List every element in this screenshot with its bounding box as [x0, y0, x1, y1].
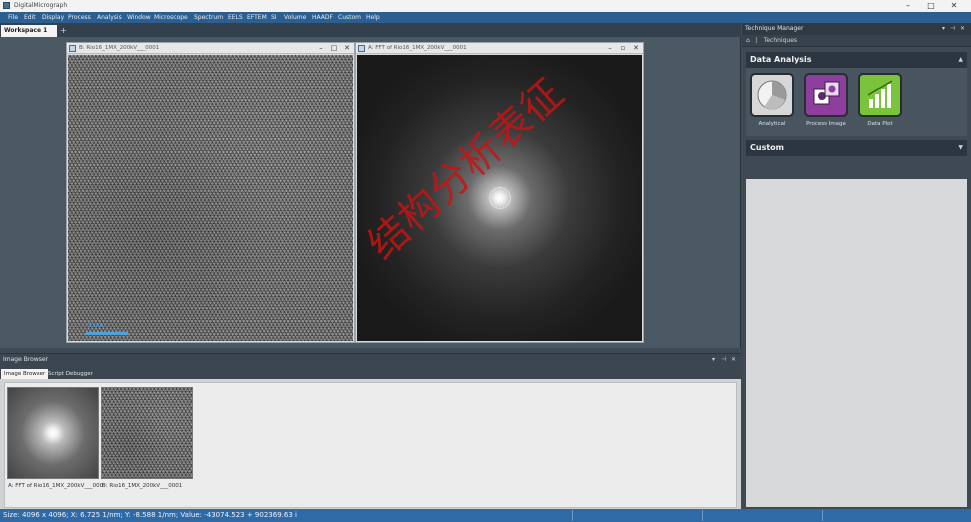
process-image-icon — [804, 73, 848, 117]
technique-manager-header: Technique Manager ▾ ⊣ ✕ — [742, 23, 971, 35]
menu-bar: File Edit Display Process Analysis Windo… — [0, 12, 971, 23]
menu-volume[interactable]: Volume — [284, 12, 306, 23]
panel-pin-icon[interactable]: ⊣ — [950, 23, 955, 35]
panel-menu-icon[interactable]: ▾ — [942, 23, 945, 35]
status-divider — [702, 510, 703, 521]
menu-edit[interactable]: Edit — [24, 12, 36, 23]
menu-analysis[interactable]: Analysis — [97, 12, 122, 23]
status-bar: Size: 4096 x 4096; X: 6.725 1/nm; Y: -8.… — [0, 509, 971, 522]
close-button[interactable]: ✕ — [945, 0, 963, 12]
tile-analytical[interactable]: Analytical — [749, 73, 795, 131]
tab-image-browser[interactable]: Image Browser — [1, 369, 49, 379]
image-browser-header: Image Browser ▾ ⊣ ✕ — [0, 354, 741, 366]
app-title: DigitalMicrograph — [14, 2, 68, 9]
image-window-title: B: Rio16_1MX_200kV___0001 — [79, 45, 160, 51]
app-icon — [3, 2, 10, 9]
menu-process[interactable]: Process — [68, 12, 91, 23]
status-divider — [572, 510, 573, 521]
status-divider — [822, 510, 823, 521]
menu-display[interactable]: Display — [42, 12, 64, 23]
technique-manager-empty-area — [746, 179, 967, 507]
section-data-analysis-header[interactable]: Data Analysis ▲ — [746, 52, 967, 68]
window-maximize-button[interactable]: □ — [328, 43, 340, 54]
window-close-button[interactable]: ✕ — [341, 43, 353, 54]
panel-close-icon[interactable]: ✕ — [960, 23, 965, 35]
tem-lattice-image[interactable]: 5 nm — [68, 55, 353, 341]
tile-process-image[interactable]: Process Image — [803, 73, 849, 131]
breadcrumb: ⌂ | Techniques — [742, 35, 971, 47]
image-browser-panel: Image Browser ▾ ⊣ ✕ Image Browser Script… — [0, 353, 741, 509]
menu-microscope[interactable]: Microscope — [154, 12, 188, 23]
menu-file[interactable]: File — [8, 12, 18, 23]
menu-eels[interactable]: EELS — [228, 12, 243, 23]
maximize-button[interactable]: □ — [922, 0, 940, 12]
menu-help[interactable]: Help — [366, 12, 380, 23]
minimize-button[interactable]: – — [899, 0, 917, 12]
bar-chart-icon-svg — [867, 80, 893, 108]
add-workspace-button[interactable]: + — [60, 26, 67, 36]
menu-si[interactable]: SI — [271, 12, 277, 23]
thumbnail-tem[interactable] — [101, 387, 193, 479]
window-minimize-button[interactable]: – — [604, 43, 616, 54]
tile-label: Analytical — [758, 121, 786, 127]
app-window: DigitalMicrograph – □ ✕ File Edit Displa… — [0, 0, 971, 522]
bar-chart-icon — [858, 73, 902, 117]
image-doc-icon — [358, 45, 365, 52]
image-window-tem[interactable]: B: Rio16_1MX_200kV___0001 – □ ✕ 5 nm — [66, 42, 355, 343]
technique-manager-title: Technique Manager — [745, 25, 804, 32]
menu-spectrum[interactable]: Spectrum — [194, 12, 223, 23]
tile-label: Process Image — [806, 121, 846, 127]
pie-chart-icon — [750, 73, 794, 117]
panel-pin-icon[interactable]: ⊣ — [721, 354, 726, 366]
image-window-header[interactable]: A: FFT of Rio16_1MX_200kV___0001 – ▫ ✕ — [356, 43, 643, 54]
image-window-fft[interactable]: A: FFT of Rio16_1MX_200kV___0001 – ▫ ✕ — [355, 42, 644, 343]
tab-script-debugger[interactable]: Script Debugger — [45, 369, 96, 379]
tab-workspace-1[interactable]: Workspace 1 — [1, 25, 57, 37]
panel-close-icon[interactable]: ✕ — [731, 354, 736, 366]
breadcrumb-techniques[interactable]: Techniques — [764, 37, 797, 44]
menu-custom[interactable]: Custom — [338, 12, 361, 23]
menu-haadf[interactable]: HAADF — [312, 12, 333, 23]
workspace-tab-row: Workspace 1 + — [0, 23, 741, 37]
title-bar: DigitalMicrograph – □ ✕ — [0, 0, 971, 12]
menu-window[interactable]: Window — [127, 12, 151, 23]
thumbnail-label: A: FFT of Rio16_1MX_200kV___0001 — [8, 483, 104, 489]
image-browser-tabs: Image Browser Script Debugger — [0, 366, 741, 379]
tile-label: Data Plot — [867, 121, 893, 127]
technique-manager-panel: Technique Manager ▾ ⊣ ✕ ⌂ | Techniques D… — [742, 23, 971, 509]
expand-icon[interactable]: ▼ — [958, 140, 963, 156]
image-browser-title: Image Browser — [3, 356, 49, 363]
collapse-icon[interactable]: ▲ — [958, 52, 963, 68]
window-close-button[interactable]: ✕ — [630, 43, 642, 54]
fft-diffraction-spots — [489, 187, 511, 209]
image-doc-icon — [69, 45, 76, 52]
panel-menu-icon[interactable]: ▾ — [712, 354, 715, 366]
process-image-icon-svg — [813, 81, 840, 105]
image-window-title: A: FFT of Rio16_1MX_200kV___0001 — [368, 45, 467, 51]
menu-eftem[interactable]: EFTEM — [247, 12, 267, 23]
section-data-analysis-body: Analytical Process Image Data Plot — [746, 68, 967, 136]
home-icon[interactable]: ⌂ — [746, 37, 750, 44]
workspace-area: B: Rio16_1MX_200kV___0001 – □ ✕ 5 nm A: … — [0, 37, 741, 348]
window-minimize-button[interactable]: – — [315, 43, 327, 54]
status-text: Size: 4096 x 4096; X: 6.725 1/nm; Y: -8.… — [3, 511, 297, 519]
scale-bar-label: 5 nm — [88, 322, 104, 329]
window-maximize-button[interactable]: ▫ — [617, 43, 629, 54]
thumbnail-area: A: FFT of Rio16_1MX_200kV___0001 B: Rio1… — [4, 382, 737, 508]
image-window-header[interactable]: B: Rio16_1MX_200kV___0001 – □ ✕ — [67, 43, 354, 54]
thumbnail-label: B: Rio16_1MX_200kV___0001 — [102, 483, 183, 489]
pie-chart-icon-svg — [757, 80, 787, 110]
tile-data-plot[interactable]: Data Plot — [857, 73, 903, 131]
section-custom-header[interactable]: Custom ▼ — [746, 140, 967, 156]
scale-bar — [86, 332, 128, 335]
thumbnail-fft[interactable] — [7, 387, 99, 479]
